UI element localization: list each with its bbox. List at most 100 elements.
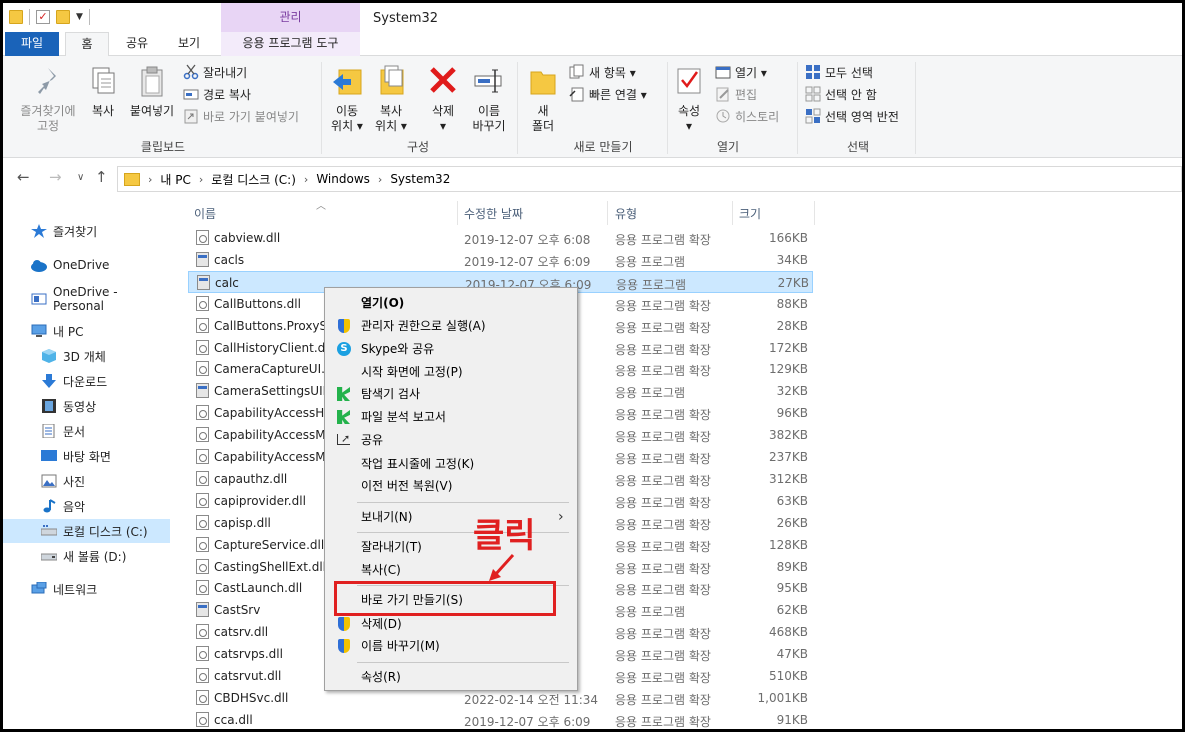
tab-home[interactable]: 홈 — [65, 32, 109, 57]
copy-path-button[interactable]: 경로 복사 — [183, 84, 251, 104]
menu-item-cut[interactable]: 잘라내기(T) — [325, 536, 577, 558]
properties-button[interactable]: 속성 ▾ — [671, 64, 707, 134]
column-divider[interactable] — [814, 201, 815, 225]
menu-item-share[interactable]: 공유 — [325, 428, 577, 451]
file-name: CapabilityAccessHa — [214, 406, 324, 421]
menu-item-analysis-report[interactable]: 파일 분석 보고서 — [325, 406, 577, 428]
cut-button[interactable]: 잘라내기 — [183, 62, 247, 82]
file-size: 91KB — [776, 712, 808, 727]
nav-item-3d-objects[interactable]: 3D 개체 — [3, 344, 170, 368]
recent-locations-chevron-icon[interactable]: ∨ — [77, 172, 84, 183]
nav-item-onedrive-personal[interactable]: OneDrive - Personal — [3, 285, 170, 313]
breadcrumb-chevron-icon[interactable]: › — [199, 173, 203, 186]
breadcrumb-windows[interactable]: Windows — [316, 172, 370, 186]
nav-item-pictures[interactable]: 사진 — [3, 469, 170, 493]
antivirus-icon — [336, 386, 352, 402]
table-row[interactable]: cacls 2019-12-07 오후 6:09 응용 프로그램 34KB — [188, 249, 813, 271]
menu-item-scan[interactable]: 탐색기 검사 — [325, 383, 577, 405]
nav-item-documents[interactable]: 문서 — [3, 419, 170, 443]
menu-item-pin-start[interactable]: 시작 화면에 고정(P) — [325, 361, 577, 383]
menu-item-label: 공유 — [361, 433, 384, 447]
menu-item-pin-taskbar[interactable]: 작업 표시줄에 고정(K) — [325, 453, 577, 475]
file-size: 172KB — [768, 340, 808, 355]
delete-button[interactable]: 삭제 ▾ — [425, 64, 461, 134]
tab-app-tools[interactable]: 응용 프로그램 도구 — [221, 32, 360, 56]
easy-access-icon — [569, 86, 585, 102]
nav-item-this-pc[interactable]: 내 PC — [3, 319, 170, 343]
easy-access-button[interactable]: 빠른 연결 ▾ — [569, 84, 647, 104]
properties-check-icon[interactable]: ✓ — [36, 10, 50, 24]
nav-item-quick-access[interactable]: 즐겨찾기 — [3, 219, 170, 243]
paste-icon — [136, 64, 168, 98]
table-row[interactable]: cabview.dll 2019-12-07 오후 6:08 응용 프로그램 확장 1… — [188, 227, 813, 249]
antivirus-icon — [336, 409, 352, 425]
new-item-button[interactable]: 새 항목 ▾ — [569, 62, 636, 82]
column-header-type[interactable]: 유형 — [615, 205, 637, 222]
column-header-size[interactable]: 크기 — [739, 205, 761, 222]
breadcrumb-system32[interactable]: System32 — [390, 172, 450, 186]
customize-toolbar-chevron-icon[interactable]: ▼ — [76, 12, 83, 22]
uac-shield-icon — [336, 638, 352, 654]
breadcrumb-local-disk[interactable]: 로컬 디스크 (C:) — [211, 171, 296, 188]
nav-item-network[interactable]: 네트워크 — [3, 577, 170, 601]
menu-item-properties[interactable]: 속성(R) — [325, 666, 577, 688]
paste-button[interactable]: 붙여넣기 — [125, 64, 179, 119]
nav-item-onedrive[interactable]: OneDrive — [3, 253, 170, 277]
nav-item-downloads[interactable]: 다운로드 — [3, 369, 170, 393]
new-folder-icon[interactable] — [56, 10, 70, 24]
menu-item-delete[interactable]: 삭제(D) — [325, 613, 577, 635]
menu-item-rename[interactable]: 이름 바꾸기(M) — [325, 635, 577, 657]
forward-arrow-icon[interactable]: → — [49, 168, 62, 186]
dll-file-icon — [196, 449, 209, 464]
breadcrumb-this-pc[interactable]: 내 PC — [160, 171, 190, 188]
dll-file-icon — [196, 711, 209, 727]
new-folder-icon — [527, 64, 559, 98]
menu-item-restore-previous[interactable]: 이전 버전 복원(V) — [325, 475, 577, 497]
breadcrumb-chevron-icon[interactable]: › — [378, 173, 382, 186]
file-size: 26KB — [776, 515, 808, 530]
select-all-button[interactable]: 모두 선택 — [805, 62, 873, 82]
table-row[interactable]: cca.dll 2019-12-07 오후 6:09 응용 프로그램 확장 91KB — [188, 709, 813, 729]
move-to-button[interactable]: 이동 위치 ▾ — [327, 64, 367, 134]
menu-item-send-to[interactable]: 보내기(N) › — [325, 506, 577, 528]
select-group-label: 선택 — [846, 140, 870, 154]
menu-item-copy[interactable]: 복사(C) — [325, 559, 577, 581]
file-type: 응용 프로그램 확장 — [615, 364, 711, 379]
history-button[interactable]: 히스토리 — [715, 106, 779, 126]
menu-item-skype-share[interactable]: S Skype와 공유 — [325, 338, 577, 360]
nav-item-music[interactable]: 음악 — [3, 494, 170, 518]
nav-item-videos[interactable]: 동영상 — [3, 394, 170, 418]
invert-selection-button[interactable]: 선택 영역 반전 — [805, 106, 899, 126]
column-header-date[interactable]: 수정한 날짜 — [464, 205, 523, 222]
file-type: 응용 프로그램 확장 — [615, 320, 711, 335]
select-none-button[interactable]: 선택 안 함 — [805, 84, 877, 104]
nav-item-desktop[interactable]: 바탕 화면 — [3, 444, 170, 468]
window-title: System32 — [373, 11, 439, 26]
address-bar[interactable]: › 내 PC › 로컬 디스크 (C:) › Windows › System3… — [117, 166, 1182, 192]
back-arrow-icon[interactable]: ← — [17, 168, 30, 186]
column-divider[interactable] — [732, 201, 733, 225]
menu-item-label: 삭제(D) — [361, 617, 402, 631]
copy-to-button[interactable]: 복사 위치 ▾ — [371, 64, 411, 134]
menu-item-label: Skype와 공유 — [361, 342, 435, 356]
rename-button[interactable]: 이름 바꾸기 — [467, 64, 511, 134]
column-header-name[interactable]: 이름 — [194, 205, 216, 222]
breadcrumb-chevron-icon[interactable]: › — [304, 173, 308, 186]
open-button[interactable]: 열기 ▾ — [715, 62, 767, 82]
breadcrumb-chevron-icon[interactable]: › — [148, 173, 152, 186]
nav-item-local-disk-c[interactable]: 로컬 디스크 (C:) — [3, 519, 170, 543]
tab-file[interactable]: 파일 — [5, 32, 59, 56]
tab-share[interactable]: 공유 — [115, 32, 159, 56]
edit-button[interactable]: 편집 — [715, 84, 757, 104]
tab-view[interactable]: 보기 — [167, 32, 211, 56]
menu-item-open[interactable]: 열기(O) — [325, 292, 577, 314]
copy-button[interactable]: 복사 — [85, 64, 121, 119]
column-divider[interactable] — [457, 201, 458, 225]
paste-shortcut-button[interactable]: 바로 가기 붙여넣기 — [183, 106, 299, 126]
new-folder-button[interactable]: 새 폴더 — [525, 64, 561, 134]
pin-to-quick-access-button[interactable]: 즐겨찾기에 고정 — [11, 64, 85, 134]
column-divider[interactable] — [607, 201, 608, 225]
up-arrow-icon[interactable]: ↑ — [95, 168, 108, 186]
nav-item-volume-d[interactable]: 새 볼륨 (D:) — [3, 544, 170, 568]
menu-item-run-as-admin[interactable]: 관리자 권한으로 실행(A) — [325, 315, 577, 337]
